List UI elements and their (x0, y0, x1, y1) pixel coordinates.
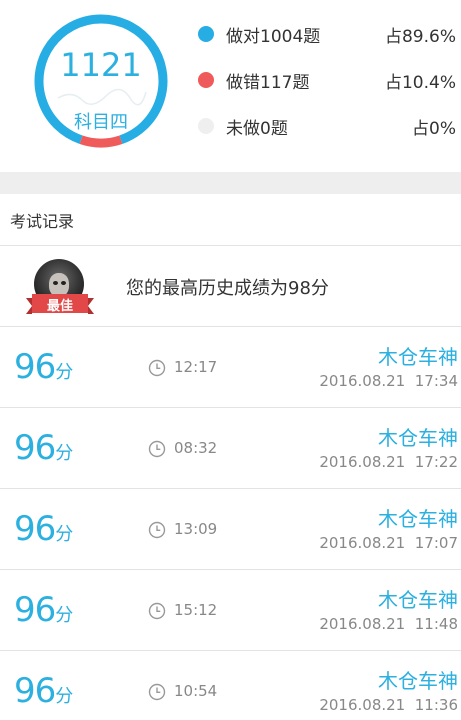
best-score-row[interactable]: 最佳 您的最高历史成绩为98分 (0, 246, 461, 327)
score: 96分 (14, 590, 73, 630)
score: 96分 (14, 428, 73, 468)
record-datetime: 2016.08.21 11:36 (319, 696, 458, 714)
duration: 13:09 (174, 520, 218, 538)
clock-icon (148, 521, 166, 539)
subject-label: 科目四 (74, 112, 128, 133)
record-time: 17:34 (414, 372, 458, 390)
wrong-dot-icon (198, 72, 214, 88)
ribbon-tail (88, 298, 94, 314)
correct-percent: 占89.6% (384, 27, 456, 47)
legend-undone: 未做0题 占0% (196, 106, 461, 146)
score-value: 96 (14, 428, 56, 468)
undone-percent: 占0% (412, 119, 456, 139)
undone-dot-icon (198, 118, 214, 134)
record-date: 2016.08.21 (319, 615, 406, 633)
wrong-label: 做错117题 (226, 73, 310, 93)
exam-record-row[interactable]: 96分 15:12 木仓车神 2016.08.21 11:48 (0, 570, 461, 651)
exam-record-row[interactable]: 96分 10:54 木仓车神 2016.08.21 11:36 (0, 651, 461, 720)
record-date: 2016.08.21 (319, 372, 406, 390)
section-gap (0, 172, 461, 194)
exam-record-row[interactable]: 96分 13:09 木仓车神 2016.08.21 17:07 (0, 489, 461, 570)
exam-record-row[interactable]: 96分 12:17 木仓车神 2016.08.21 17:34 (0, 327, 461, 408)
score-unit: 分 (55, 605, 74, 626)
record-datetime: 2016.08.21 17:22 (319, 453, 458, 471)
score: 96分 (14, 347, 73, 387)
best-badge: 最佳 (26, 294, 94, 314)
legend-correct: 做对1004题 占89.6% (196, 14, 461, 54)
total-count: 1121 (60, 46, 142, 84)
score-value: 96 (14, 509, 56, 549)
record-title: 木仓车神 (378, 426, 458, 450)
score: 96分 (14, 509, 73, 549)
records-section-title: 考试记录 (10, 212, 75, 231)
record-date: 2016.08.21 (319, 696, 406, 714)
correct-label: 做对1004题 (226, 27, 321, 47)
best-badge-label: 最佳 (46, 299, 73, 314)
score-value: 96 (14, 347, 56, 387)
duration: 12:17 (174, 358, 218, 376)
record-datetime: 2016.08.21 17:07 (319, 534, 458, 552)
ring-wrong-arc (79, 135, 123, 148)
record-title: 木仓车神 (378, 345, 458, 369)
record-date: 2016.08.21 (319, 453, 406, 471)
record-time: 17:22 (414, 453, 458, 471)
record-time: 11:48 (414, 615, 458, 633)
record-time: 11:36 (414, 696, 458, 714)
record-datetime: 2016.08.21 17:34 (319, 372, 458, 390)
score-unit: 分 (55, 524, 74, 545)
score-value: 96 (14, 590, 56, 630)
score: 96分 (14, 671, 73, 711)
best-score-text: 您的最高历史成绩为98分 (126, 278, 329, 299)
ring-wave-decoration (57, 88, 147, 106)
clock-icon (148, 602, 166, 620)
exam-record-row[interactable]: 96分 08:32 木仓车神 2016.08.21 17:22 (0, 408, 461, 489)
score-unit: 分 (55, 443, 74, 464)
wrong-percent: 占10.4% (384, 73, 456, 93)
record-date: 2016.08.21 (319, 534, 406, 552)
duration: 08:32 (174, 439, 218, 457)
undone-label: 未做0题 (226, 119, 288, 139)
stats-summary: 1121 科目四 做对1004题 占89.6% 做错117题 占10.4% 未做… (0, 0, 461, 172)
avatar-eye (61, 281, 66, 285)
clock-icon (148, 440, 166, 458)
correct-dot-icon (198, 26, 214, 42)
record-title: 木仓车神 (378, 588, 458, 612)
clock-icon (148, 683, 166, 701)
record-title: 木仓车神 (378, 669, 458, 693)
record-datetime: 2016.08.21 11:48 (319, 615, 458, 633)
score-unit: 分 (55, 686, 74, 707)
record-time: 17:07 (414, 534, 458, 552)
duration: 15:12 (174, 601, 218, 619)
score-value: 96 (14, 671, 56, 711)
clock-icon (148, 359, 166, 377)
progress-ring: 1121 科目四 (32, 10, 168, 150)
legend-wrong: 做错117题 占10.4% (196, 60, 461, 100)
duration: 10:54 (174, 682, 218, 700)
record-title: 木仓车神 (378, 507, 458, 531)
avatar-eye (53, 281, 58, 285)
score-unit: 分 (55, 362, 74, 383)
